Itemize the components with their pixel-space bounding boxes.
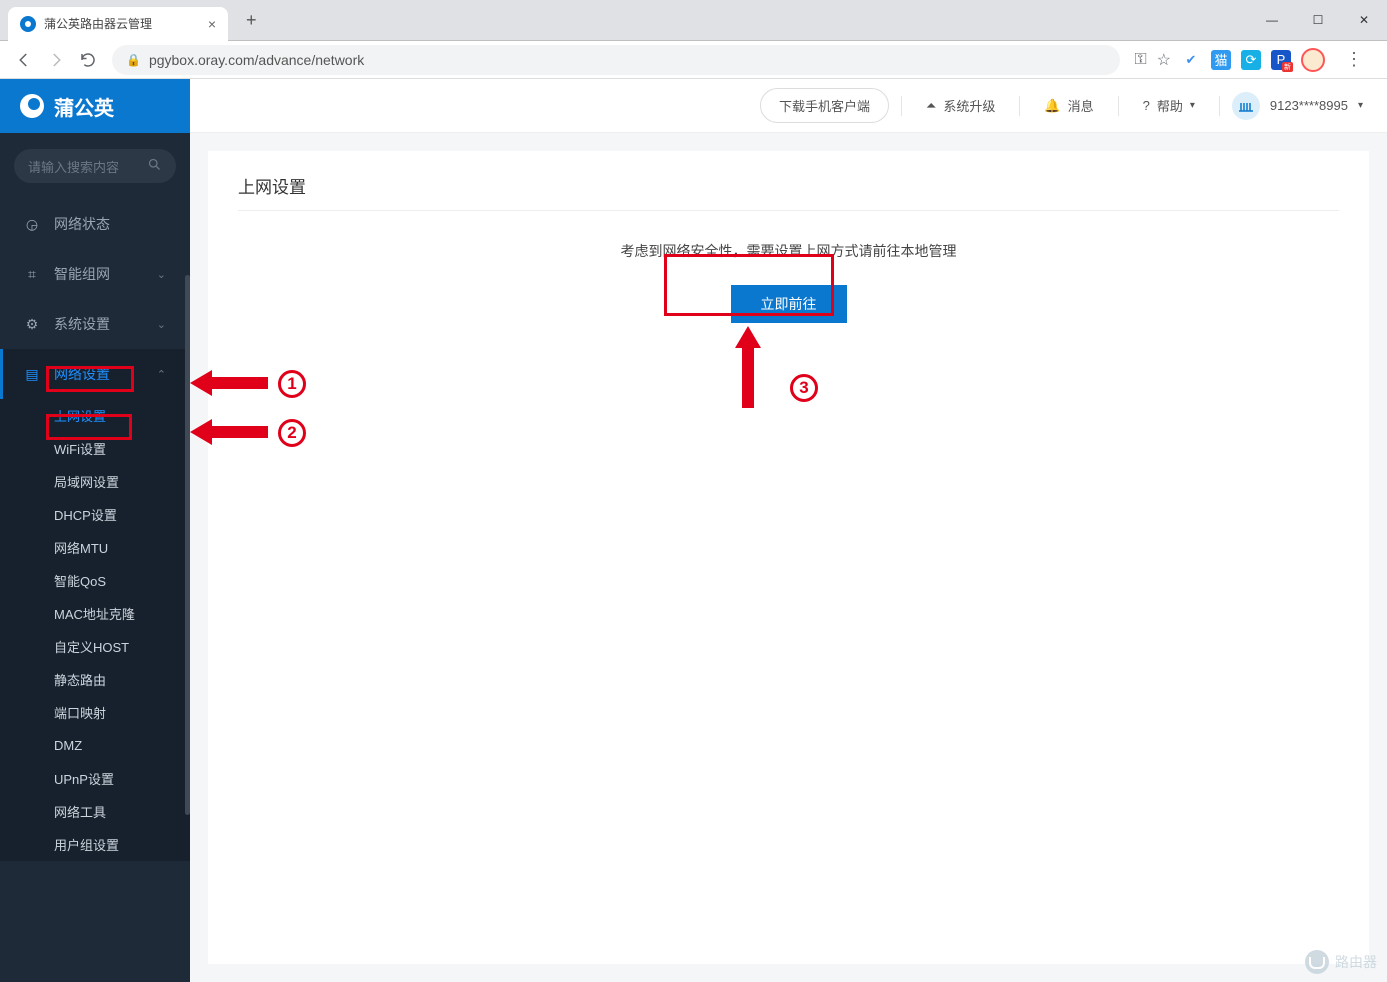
sidebar-item-system-settings[interactable]: ⚙ 系统设置 ⌄ — [0, 299, 190, 349]
ext-icon-1[interactable]: ✔ — [1181, 50, 1201, 70]
ext-icon-3[interactable]: ⟳ — [1241, 50, 1261, 70]
user-menu[interactable]: 9123****8995 ▾ — [1232, 92, 1363, 120]
sidebar-sublist: 上网设置 WiFi设置 局域网设置 DHCP设置 网络MTU 智能QoS MAC… — [0, 399, 190, 861]
chevron-down-icon: ▾ — [1190, 100, 1195, 111]
ext-icon-2[interactable]: 猫 — [1211, 50, 1231, 70]
nav-label: 网络设置 — [54, 364, 110, 384]
forward-button[interactable] — [40, 44, 72, 76]
router-icon — [1232, 92, 1260, 120]
close-window-button[interactable]: ✕ — [1341, 5, 1387, 35]
card-title: 上网设置 — [238, 173, 1339, 198]
divider — [1019, 96, 1020, 116]
nav-label: 智能组网 — [54, 264, 110, 284]
chevron-down-icon: ⌄ — [157, 268, 166, 281]
url-text: pgybox.oray.com/advance/network — [149, 52, 364, 68]
go-now-button[interactable]: 立即前往 — [731, 285, 847, 323]
new-tab-button[interactable]: + — [238, 6, 265, 35]
minimize-button[interactable]: — — [1249, 5, 1295, 35]
sub-item-static-route[interactable]: 静态路由 — [0, 663, 190, 696]
browser-menu-icon[interactable]: ⋮ — [1335, 49, 1373, 70]
ext-icon-4[interactable]: P新 — [1271, 50, 1291, 70]
close-tab-icon[interactable]: × — [208, 16, 216, 32]
help-link[interactable]: ? 帮助 ▾ — [1131, 96, 1207, 115]
user-id: 9123****8995 — [1270, 98, 1348, 113]
key-icon[interactable]: ⚿ — [1134, 51, 1146, 69]
sidebar-scrollbar[interactable] — [185, 275, 190, 815]
divider — [1118, 96, 1119, 116]
system-upgrade-link[interactable]: ⏶ 系统升级 — [914, 96, 1007, 115]
sub-item-dmz[interactable]: DMZ — [0, 729, 190, 762]
extension-icons: ⚿ ☆ ✔ 猫 ⟳ P新 ⋮ — [1128, 48, 1379, 72]
list-icon: ▤ — [24, 366, 40, 382]
watermark: 路由器 — [1305, 950, 1377, 974]
notice-text: 考虑到网络安全性，需要设置上网方式请前往本地管理 — [238, 241, 1339, 261]
sidebar-search[interactable]: 请输入搜索内容 — [14, 149, 176, 183]
sidebar-item-network-settings[interactable]: ▤ 网络设置 ⌃ — [0, 349, 190, 399]
sub-item-mac-clone[interactable]: MAC地址克隆 — [0, 597, 190, 630]
bell-icon: 🔔 — [1044, 98, 1060, 114]
profile-avatar[interactable] — [1301, 48, 1325, 72]
sub-item-mtu[interactable]: 网络MTU — [0, 531, 190, 564]
sub-item-internet-settings[interactable]: 上网设置 — [0, 399, 190, 432]
messages-link[interactable]: 🔔 消息 — [1032, 96, 1105, 115]
maximize-button[interactable]: ☐ — [1295, 5, 1341, 35]
app-root: 蒲公英 请输入搜索内容 ◶ 网络状态 ⌗ 智能组网 ⌄ ⚙ 系统设置 ⌄ — [0, 79, 1387, 982]
chevron-up-icon: ⌃ — [157, 368, 166, 381]
chevron-down-icon: ⌄ — [157, 318, 166, 331]
sub-item-custom-host[interactable]: 自定义HOST — [0, 630, 190, 663]
topbar: 下载手机客户端 ⏶ 系统升级 🔔 消息 ? 帮助 ▾ 91 — [190, 79, 1387, 133]
brand-logo[interactable]: 蒲公英 — [0, 79, 190, 133]
chevron-down-icon: ▾ — [1358, 100, 1363, 111]
brand-text: 蒲公英 — [54, 92, 114, 121]
search-placeholder: 请输入搜索内容 — [28, 157, 119, 176]
dashboard-icon: ◶ — [24, 216, 40, 232]
divider — [1219, 96, 1220, 116]
url-input[interactable]: 🔒 pgybox.oray.com/advance/network — [112, 45, 1120, 75]
sub-item-upnp[interactable]: UPnP设置 — [0, 762, 190, 795]
sub-item-dhcp[interactable]: DHCP设置 — [0, 498, 190, 531]
divider — [238, 210, 1339, 211]
help-icon: ? — [1143, 98, 1150, 113]
main-area: 下载手机客户端 ⏶ 系统升级 🔔 消息 ? 帮助 ▾ 91 — [190, 79, 1387, 982]
browser-address-bar: 🔒 pgybox.oray.com/advance/network ⚿ ☆ ✔ … — [0, 41, 1387, 79]
sub-item-net-tools[interactable]: 网络工具 — [0, 795, 190, 828]
nav-label: 网络状态 — [54, 214, 110, 234]
tab-title: 蒲公英路由器云管理 — [44, 15, 152, 32]
logo-icon — [20, 94, 44, 118]
browser-tab[interactable]: 蒲公英路由器云管理 × — [8, 7, 228, 41]
watermark-icon — [1305, 950, 1329, 974]
sub-item-lan[interactable]: 局域网设置 — [0, 465, 190, 498]
sub-item-wifi[interactable]: WiFi设置 — [0, 432, 190, 465]
sidebar: 蒲公英 请输入搜索内容 ◶ 网络状态 ⌗ 智能组网 ⌄ ⚙ 系统设置 ⌄ — [0, 79, 190, 982]
lock-icon: 🔒 — [126, 53, 141, 67]
star-icon[interactable]: ☆ — [1157, 50, 1171, 70]
window-controls: — ☐ ✕ — [1249, 5, 1387, 35]
gear-icon: ⚙ — [24, 316, 40, 332]
sidebar-item-smart-network[interactable]: ⌗ 智能组网 ⌄ — [0, 249, 190, 299]
content-card: 上网设置 考虑到网络安全性，需要设置上网方式请前往本地管理 立即前往 — [208, 151, 1369, 964]
watermark-text: 路由器 — [1335, 952, 1377, 972]
sidebar-item-network-status[interactable]: ◶ 网络状态 — [0, 199, 190, 249]
browser-tab-strip: 蒲公英路由器云管理 × + — ☐ ✕ — [0, 0, 1387, 41]
search-icon — [147, 157, 162, 175]
nav-label: 系统设置 — [54, 314, 110, 334]
sub-item-qos[interactable]: 智能QoS — [0, 564, 190, 597]
back-button[interactable] — [8, 44, 40, 76]
tab-favicon — [20, 16, 36, 32]
download-app-button[interactable]: 下载手机客户端 — [760, 88, 889, 123]
divider — [901, 96, 902, 116]
reload-button[interactable] — [72, 44, 104, 76]
sub-item-usergroup[interactable]: 用户组设置 — [0, 828, 190, 861]
sub-item-port-map[interactable]: 端口映射 — [0, 696, 190, 729]
sidebar-nav: ◶ 网络状态 ⌗ 智能组网 ⌄ ⚙ 系统设置 ⌄ ▤ 网络设置 ⌃ 上网设置 W… — [0, 199, 190, 861]
mesh-icon: ⌗ — [24, 266, 40, 282]
upgrade-icon: ⏶ — [926, 98, 936, 114]
